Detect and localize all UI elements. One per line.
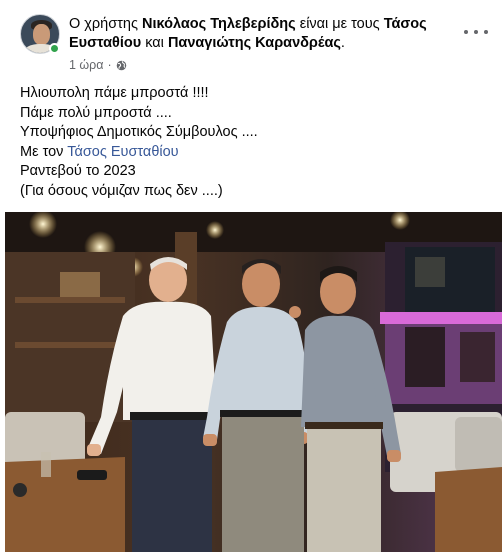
globe-icon[interactable] [116, 60, 127, 71]
post-line-4: Με τον Τάσος Ευσταθίου [20, 143, 490, 163]
header-end: . [340, 35, 345, 51]
online-status-dot [49, 43, 60, 54]
more-options-icon[interactable] [464, 24, 488, 40]
post-meta: 1 ώρα · [69, 58, 127, 72]
post-line-6: (Για όσους νόμιζαν πως δεν ....) [20, 182, 223, 199]
post-line-3: Υποψήφιος Δημοτικός Σύμβουλος .... [20, 124, 258, 140]
post-line-1: Ηλιουπολη πάμε μπροστά !!!! [20, 85, 209, 101]
author-name-link[interactable]: Νικόλαος Τηλεβερίδης [142, 16, 296, 32]
post-message: Ηλιουπολη πάμε μπροστά !!!! Πάμε πολύ μπ… [20, 84, 490, 201]
photo-illustration [5, 212, 502, 552]
header-prefix: Ο χρήστης [69, 16, 138, 32]
post-photo[interactable] [5, 212, 502, 552]
post-header-text: Ο χρήστης Νικόλαος Τηλεβερίδης είναι με … [69, 15, 449, 53]
post-time-link[interactable]: 1 ώρα [69, 58, 104, 72]
meta-separator: · [107, 58, 112, 72]
mention-link[interactable]: Τάσος Ευσταθίου [67, 144, 178, 160]
header-with-text: είναι με τους [299, 16, 380, 32]
facebook-post: Ο χρήστης Νικόλαος Τηλεβερίδης είναι με … [0, 0, 502, 552]
header-and-text: και [145, 35, 164, 51]
tagged-person-2-link[interactable]: Παναγιώτης Καρανδρέας [168, 35, 341, 51]
post-line-5: Ραντεβού το 2023 [20, 163, 136, 179]
post-header: Ο χρήστης Νικόλαος Τηλεβερίδης είναι με … [20, 14, 490, 74]
post-line-4-text: Με τον [20, 143, 68, 160]
author-avatar[interactable] [20, 14, 60, 54]
post-line-2: Πάμε πολύ μπροστά .... [20, 104, 172, 121]
